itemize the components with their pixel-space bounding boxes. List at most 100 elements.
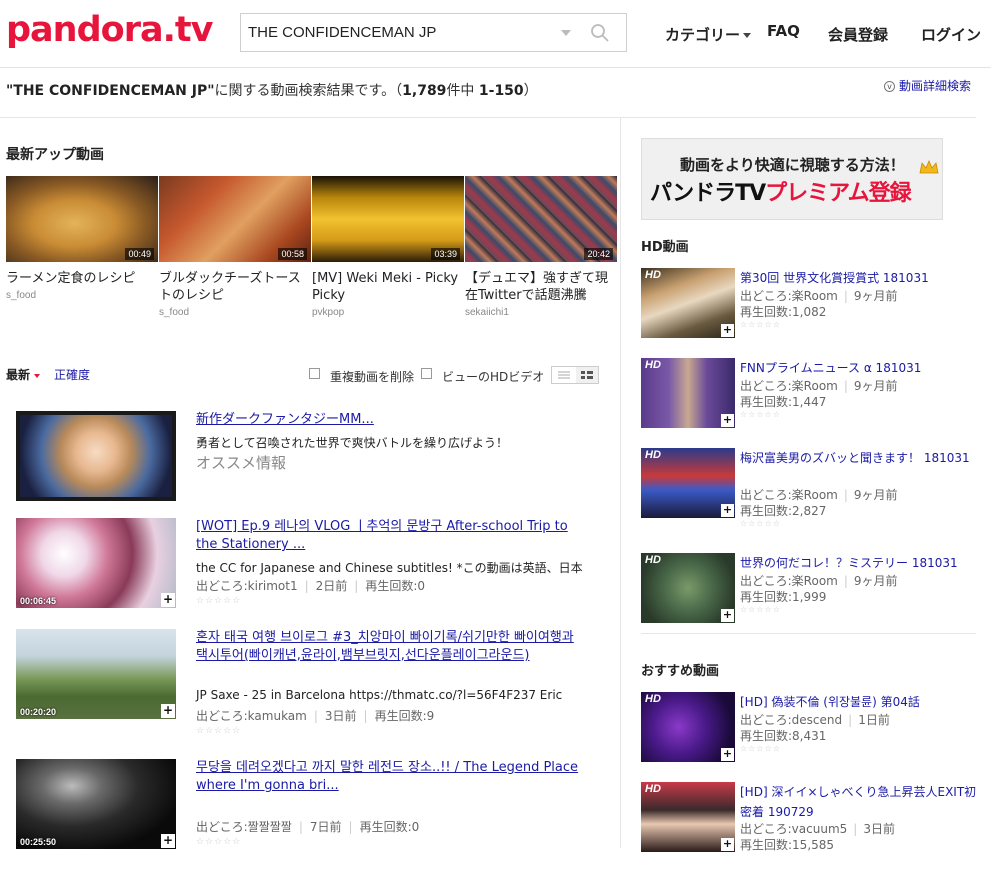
video-thumbnail[interactable]: HD + <box>641 782 735 852</box>
video-title-link[interactable]: 第30回 世界文化賞授賞式 181031 <box>740 268 980 288</box>
add-to-playlist-icon[interactable]: + <box>721 748 734 761</box>
latest-item[interactable]: 20:42 【デュエマ】強すぎて現在Twitterで話題沸騰 sekaiichi… <box>465 176 617 318</box>
view-count: 再生回数:1,999 <box>740 590 827 604</box>
add-to-playlist-icon[interactable]: + <box>721 504 734 517</box>
sort-accuracy[interactable]: 正確度 <box>54 366 90 383</box>
channel-name[interactable]: sekaiichi1 <box>465 307 617 318</box>
rating-stars: ☆☆☆☆☆ <box>196 837 242 847</box>
view-count: 再生回数:2,827 <box>740 504 827 518</box>
chevron-down-icon <box>34 373 41 378</box>
video-thumbnail[interactable]: HD + <box>641 553 735 623</box>
column-divider <box>620 118 621 848</box>
detailed-search-link[interactable]: v 動画詳細検索 <box>884 77 971 94</box>
video-source: 出どころ:楽Room | 9ヶ月前 <box>740 488 898 502</box>
view-toggle[interactable] <box>551 366 599 384</box>
view-count: 再生回数:1,082 <box>740 305 827 319</box>
sponsored-label: オススメ情報 <box>196 454 287 472</box>
video-thumbnail[interactable]: 00:20:20 + <box>16 629 176 719</box>
video-title-link[interactable]: 혼자 태국 여행 브이로그 #3_치앙마이 빠이기록/쉬기만한 빠이여행과 택시… <box>196 629 586 665</box>
nav-login[interactable]: ログイン <box>921 24 981 45</box>
video-thumbnail[interactable]: HD + <box>641 358 735 428</box>
channel-name[interactable]: s_food <box>159 307 311 318</box>
latest-item[interactable]: 00:58 ブルダックチーズトーストのレシピ s_food <box>159 176 311 318</box>
latest-item[interactable]: 00:49 ラーメン定食のレシピ s_food <box>6 176 158 301</box>
view-count: 再生回数:1,447 <box>740 395 827 409</box>
rating-stars: ☆☆☆☆☆ <box>740 605 781 614</box>
list-view-icon[interactable] <box>554 369 574 381</box>
add-to-playlist-icon[interactable]: + <box>161 593 175 607</box>
dedupe-checkbox[interactable] <box>309 368 320 379</box>
search-input[interactable]: THE CONFIDENCEMAN JP <box>248 24 436 41</box>
rating-stars: ☆☆☆☆☆ <box>740 410 781 419</box>
video-meta: 出どころ:짤짤짤짤 | 7日前 | 再生回数:0 <box>196 820 420 834</box>
rating-stars: ☆☆☆☆☆ <box>196 726 242 736</box>
video-thumbnail[interactable]: 00:49 <box>6 176 158 262</box>
crown-icon <box>919 159 939 174</box>
video-title-link[interactable]: 世界の何だコレ！？ミステリー 181031 <box>740 553 980 573</box>
hd-only-checkbox[interactable] <box>421 368 432 379</box>
rating-stars: ☆☆☆☆☆ <box>740 744 781 753</box>
video-description: the CC for Japanese and Chinese subtitle… <box>196 561 583 575</box>
rating-stars: ☆☆☆☆☆ <box>740 519 781 528</box>
add-to-playlist-icon[interactable]: + <box>161 834 175 848</box>
video-thumbnail[interactable]: 00:25:50 + <box>16 759 176 849</box>
video-source: 出どころ:楽Room | 9ヶ月前 <box>740 379 898 393</box>
video-thumbnail[interactable]: 20:42 <box>465 176 617 262</box>
video-description: JP Saxe - 25 in Barcelona https://thmatc… <box>196 688 563 702</box>
add-to-playlist-icon[interactable]: + <box>721 838 734 851</box>
video-title-link[interactable]: 梅沢富美男のズバッと聞きます！ 181031 <box>740 448 980 468</box>
video-source: 出どころ:descend | 1日前 <box>740 713 890 727</box>
header: pandora.tv THE CONFIDENCEMAN JP カテゴリー FA… <box>0 0 991 68</box>
add-to-playlist-icon[interactable]: + <box>161 704 175 718</box>
rating-stars: ☆☆☆☆☆ <box>196 596 242 606</box>
nav-register[interactable]: 会員登録 <box>828 24 888 45</box>
video-thumbnail[interactable]: HD + <box>641 448 735 518</box>
video-title[interactable]: [MV] Weki Meki - Picky Picky <box>312 270 464 304</box>
latest-section-title: 最新アップ動画 <box>6 147 104 163</box>
video-title-link[interactable]: 무당을 데려오겠다고 까지 말한 레전드 장소..!! / The Legend… <box>196 759 586 795</box>
video-title[interactable]: 【デュエマ】強すぎて現在Twitterで話題沸騰 <box>465 270 617 304</box>
chevron-down-icon: v <box>884 81 895 92</box>
channel-name[interactable]: s_food <box>6 290 158 301</box>
video-title-link[interactable]: FNNプライムニュース α 181031 <box>740 358 980 378</box>
hd-section-title: HD動画 <box>641 240 689 255</box>
video-source: 出どころ:vacuum5 | 3日前 <box>740 822 895 836</box>
video-title[interactable]: ブルダックチーズトーストのレシピ <box>159 270 311 304</box>
detail-view-icon[interactable] <box>576 367 598 383</box>
premium-banner[interactable]: 動画をより快適に視聴する方法！ パンドラTVプレミアム登録 <box>641 138 943 220</box>
video-meta: 出どころ:kirimot1 | 2日前 | 再生回数:0 <box>196 579 426 593</box>
latest-item[interactable]: 03:39 [MV] Weki Meki - Picky Picky pvkpo… <box>312 176 464 318</box>
video-thumbnail[interactable]: HD + <box>641 692 735 762</box>
video-meta: 出どころ:kamukam | 3日前 | 再生回数:9 <box>196 709 435 723</box>
sort-latest[interactable]: 最新 <box>6 366 41 383</box>
logo[interactable]: pandora.tv <box>6 10 213 50</box>
video-title-link[interactable]: [HD] 偽装不倫 (위장불륜) 第04話 <box>740 692 980 712</box>
search-summary: "THE CONFIDENCEMAN JP"に関する動画検索結果です。（1,78… <box>6 83 538 99</box>
channel-name[interactable]: pvkpop <box>312 307 464 318</box>
view-count: 再生回数:15,585 <box>740 838 835 852</box>
video-thumbnail[interactable]: 00:58 <box>159 176 311 262</box>
video-title-link[interactable]: [HD] 深イイ×しゃべくり急上昇芸人EXIT初密着 190729 <box>740 782 980 822</box>
video-title-link[interactable]: 新作ダークファンタジーMM... <box>196 411 586 429</box>
rating-stars: ☆☆☆☆☆ <box>740 320 781 329</box>
video-title-link[interactable]: [WOT] Ep.9 레나의 VLOG ㅣ추억의 문방구 After-schoo… <box>196 518 586 554</box>
nav-category[interactable]: カテゴリー <box>665 24 752 45</box>
video-thumbnail[interactable]: 00:06:45 + <box>16 518 176 608</box>
video-thumbnail[interactable]: 03:39 <box>312 176 464 262</box>
hd-only-label: ビューのHDビデオ <box>442 370 545 384</box>
video-thumbnail[interactable] <box>16 411 176 501</box>
search-icon[interactable] <box>590 23 610 43</box>
add-to-playlist-icon[interactable]: + <box>721 609 734 622</box>
add-to-playlist-icon[interactable]: + <box>721 414 734 427</box>
video-description: 勇者として召喚された世界で爽快バトルを繰り広げよう！ <box>196 436 509 450</box>
chevron-down-icon <box>743 33 752 38</box>
divider <box>0 117 976 118</box>
search-history-dropdown-icon[interactable] <box>561 30 571 36</box>
search-box[interactable]: THE CONFIDENCEMAN JP <box>240 13 627 52</box>
video-thumbnail[interactable]: HD + <box>641 268 735 338</box>
video-source: 出どころ:楽Room | 9ヶ月前 <box>740 574 898 588</box>
nav-faq[interactable]: FAQ <box>767 22 800 40</box>
video-title[interactable]: ラーメン定食のレシピ <box>6 270 158 287</box>
add-to-playlist-icon[interactable]: + <box>721 324 734 337</box>
view-count: 再生回数:8,431 <box>740 729 827 743</box>
